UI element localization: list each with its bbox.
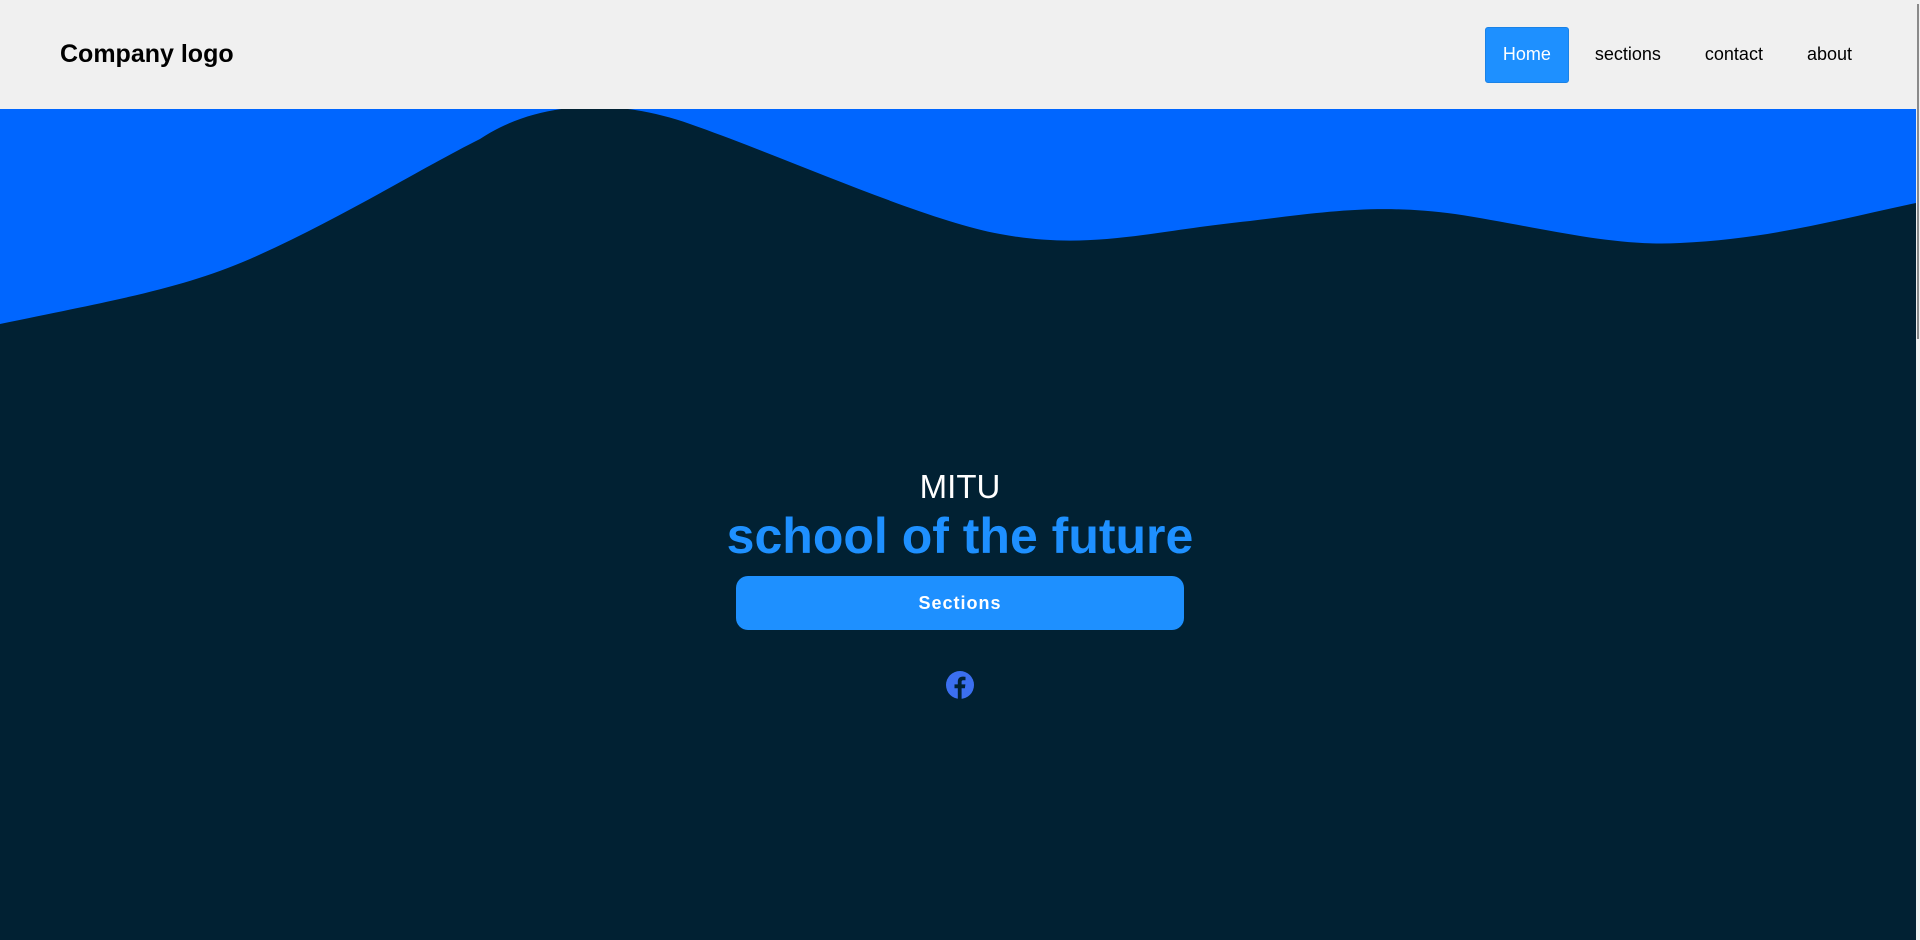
sections-button[interactable]: Sections (736, 576, 1184, 630)
hero-title: school of the future (726, 508, 1194, 564)
nav-about[interactable]: about (1789, 27, 1870, 83)
scrollbar-thumb[interactable] (1917, 4, 1919, 339)
hero-kicker: MITU (919, 468, 1001, 505)
nav-home[interactable]: Home (1484, 26, 1569, 83)
hero-section: MITU school of the future Sections (0, 468, 1920, 699)
nav-contact[interactable]: contact (1687, 27, 1781, 83)
page: Company logo Home sections contact about… (0, 0, 1920, 940)
site-header: Company logo Home sections contact about (0, 0, 1916, 109)
hero-wave-background (0, 109, 1916, 339)
nav-sections[interactable]: sections (1577, 27, 1679, 83)
company-logo[interactable]: Company logo (60, 40, 234, 69)
main-nav: Home sections contact about (1477, 26, 1870, 83)
facebook-icon[interactable] (946, 671, 974, 699)
